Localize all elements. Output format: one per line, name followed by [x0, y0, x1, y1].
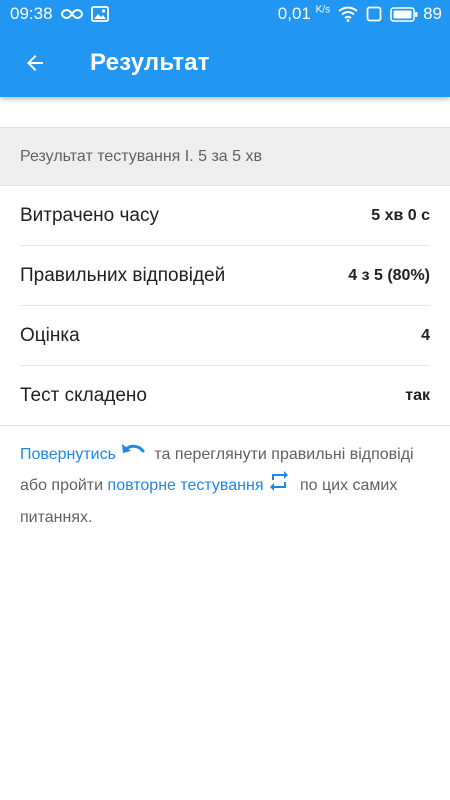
retry-link[interactable]: повторне тестування	[108, 478, 264, 495]
result-row-value: 4	[421, 326, 430, 344]
result-row-value: так	[405, 386, 430, 404]
result-row-grade: Оцінка 4	[20, 306, 430, 366]
repeat-icon[interactable]	[267, 469, 291, 503]
result-section-header: Результат тестування І. 5 за 5 хв	[0, 127, 450, 186]
network-speed: 0,01 K/s	[278, 4, 330, 24]
status-time: 09:38	[10, 4, 53, 23]
undo-icon[interactable]	[120, 440, 146, 469]
result-row-time: Витрачено часу 5 хв 0 с	[20, 186, 430, 246]
result-row-label: Тест складено	[20, 384, 147, 406]
network-speed-unit: K/s	[315, 4, 331, 16]
page-title: Результат	[90, 48, 210, 76]
wifi-icon	[338, 6, 358, 22]
result-row-label: Правильних відповідей	[20, 264, 226, 286]
result-row-label: Витрачено часу	[20, 204, 159, 226]
result-content: Результат тестування І. 5 за 5 хв Витрач…	[0, 97, 450, 532]
image-icon	[90, 6, 109, 22]
battery-level: 89	[423, 4, 442, 23]
info-text: Повернутись та переглянути правильні від…	[0, 426, 450, 532]
status-bar-right: 0,01 K/s 89	[278, 4, 442, 24]
arrow-left-icon	[27, 54, 43, 71]
result-row-passed: Тест складено так	[0, 366, 450, 426]
battery-indicator: 89	[390, 4, 442, 24]
result-row-label: Оцінка	[20, 324, 80, 346]
sim-icon	[366, 6, 382, 22]
status-bar-left: 09:38	[10, 4, 109, 24]
status-bar: 09:38 0,01 K/s 89	[0, 0, 450, 28]
back-button[interactable]	[11, 39, 59, 87]
battery-icon	[390, 6, 418, 22]
toolbar: Результат	[0, 28, 450, 97]
network-speed-value: 0,01	[277, 4, 311, 23]
result-row-correct: Правильних відповідей 4 з 5 (80%)	[20, 246, 430, 306]
result-row-value: 4 з 5 (80%)	[348, 266, 430, 284]
app-bar: 09:38 0,01 K/s 89 Результат	[0, 0, 450, 97]
top-spacer	[0, 97, 450, 127]
result-row-value: 5 хв 0 с	[371, 206, 430, 224]
return-link[interactable]: Повернутись	[20, 446, 116, 463]
infinity-icon	[60, 8, 83, 20]
